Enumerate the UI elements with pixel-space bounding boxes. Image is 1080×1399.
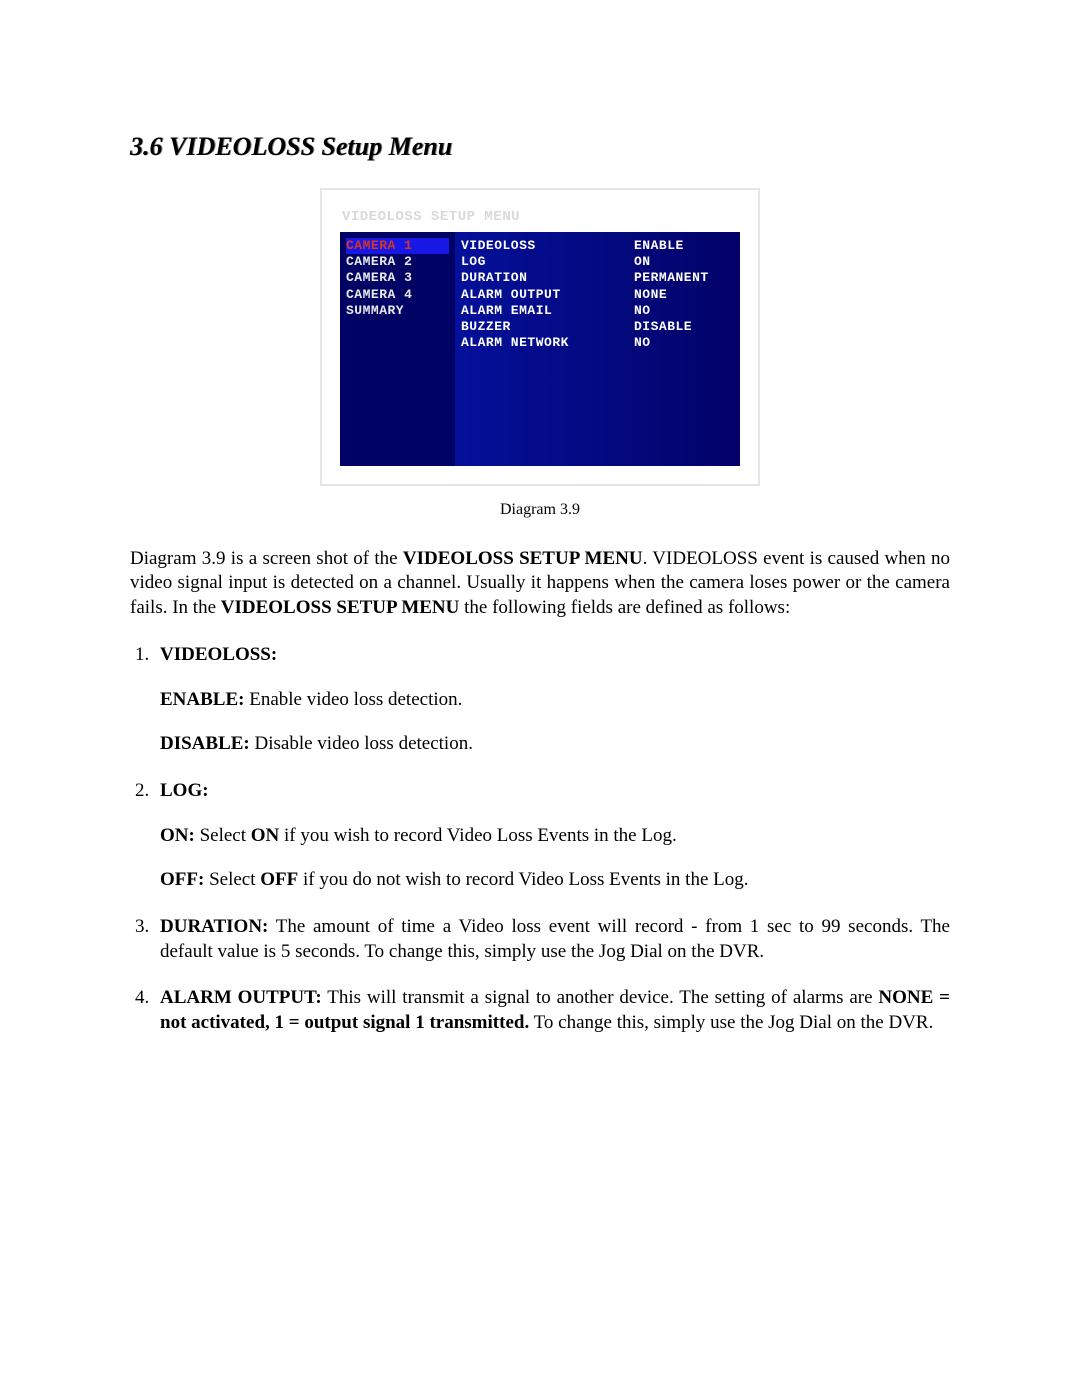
intro-paragraph: Diagram 3.9 is a screen shot of the VIDE… [130,547,950,621]
menu-row: ALARM EMAIL NO [461,303,734,319]
item-title: LOG: [160,780,209,801]
menu-field: ALARM OUTPUT [461,287,634,303]
menu-field: LOG [461,254,634,270]
menu-left-item: CAMERA 1 [346,238,449,254]
list-item: ALARM OUTPUT: This will transmit a signa… [154,986,950,1035]
menu-left-item: CAMERA 4 [346,287,449,303]
sub-on: ON: Select ON if you wish to record Vide… [160,824,950,849]
menu-field: BUZZER [461,319,634,335]
menu-value: PERMANENT [634,270,734,286]
menu-value: NO [634,303,734,319]
menu-field: ALARM EMAIL [461,303,634,319]
menu-row: BUZZER DISABLE [461,319,734,335]
menu-value: ENABLE [634,238,734,254]
diagram-caption: Diagram 3.9 [130,500,950,521]
sub-enable: ENABLE: Enable video loss detection. [160,688,950,713]
item-title: VIDEOLOSS: [160,644,277,665]
field-definitions-list: VIDEOLOSS: ENABLE: Enable video loss det… [130,643,950,1036]
section-heading: 3.6 VIDEOLOSS Setup Menu [130,130,950,164]
menu-value: DISABLE [634,319,734,335]
menu-field: DURATION [461,270,634,286]
menu-row: VIDEOLOSS ENABLE [461,238,734,254]
menu-left-item: SUMMARY [346,303,449,319]
menu-field: ALARM NETWORK [461,335,634,351]
menu-inner: VIDEOLOSS SETUP MENU CAMERA 1 CAMERA 2 C… [340,208,740,466]
list-item: DURATION: The amount of time a Video los… [154,915,950,964]
list-item: LOG: ON: Select ON if you wish to record… [154,779,950,893]
menu-row: LOG ON [461,254,734,270]
list-item: VIDEOLOSS: ENABLE: Enable video loss det… [154,643,950,757]
item-title: ALARM OUTPUT: [160,987,322,1008]
menu-value: NO [634,335,734,351]
menu-left-column: CAMERA 1 CAMERA 2 CAMERA 3 CAMERA 4 SUMM… [340,232,455,466]
menu-row: ALARM NETWORK NO [461,335,734,351]
menu-title: VIDEOLOSS SETUP MENU [340,208,740,226]
menu-left-item: CAMERA 2 [346,254,449,270]
menu-body: CAMERA 1 CAMERA 2 CAMERA 3 CAMERA 4 SUMM… [340,232,740,466]
menu-row: DURATION PERMANENT [461,270,734,286]
menu-left-item: CAMERA 3 [346,270,449,286]
videoloss-menu-screenshot: VIDEOLOSS SETUP MENU CAMERA 1 CAMERA 2 C… [320,188,760,486]
menu-right-column: VIDEOLOSS ENABLE LOG ON DURATION PERMANE… [455,232,740,466]
item-title: DURATION: [160,916,268,937]
sub-off: OFF: Select OFF if you do not wish to re… [160,868,950,893]
menu-value: ON [634,254,734,270]
menu-value: NONE [634,287,734,303]
menu-field: VIDEOLOSS [461,238,634,254]
sub-disable: DISABLE: Disable video loss detection. [160,732,950,757]
menu-row: ALARM OUTPUT NONE [461,287,734,303]
